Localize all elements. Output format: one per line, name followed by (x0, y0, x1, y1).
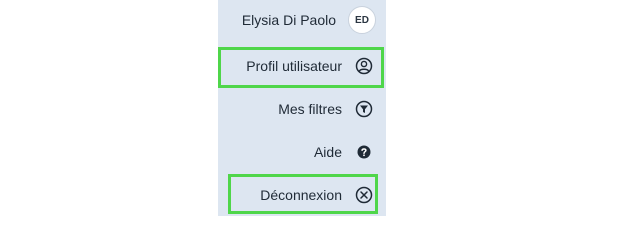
menu-item-help[interactable]: Aide (218, 132, 386, 172)
menu-item-filters-label: Mes filtres (278, 101, 342, 117)
menu-item-profile-label: Profil utilisateur (246, 58, 342, 74)
user-menu: Elysia Di Paolo ED Profil utilisateur Me… (218, 0, 386, 216)
user-name: Elysia Di Paolo (241, 12, 336, 28)
close-circle-icon (354, 185, 374, 205)
help-icon (354, 142, 374, 162)
menu-item-profile[interactable]: Profil utilisateur (218, 46, 386, 86)
menu-item-filters[interactable]: Mes filtres (218, 89, 386, 129)
avatar[interactable]: ED (348, 6, 376, 34)
filter-icon (354, 99, 374, 119)
user-circle-icon (354, 56, 374, 76)
menu-item-help-label: Aide (313, 144, 342, 160)
menu-item-logout[interactable]: Déconnexion (218, 175, 386, 215)
user-header: Elysia Di Paolo ED (218, 0, 386, 40)
menu-item-logout-label: Déconnexion (260, 187, 342, 203)
